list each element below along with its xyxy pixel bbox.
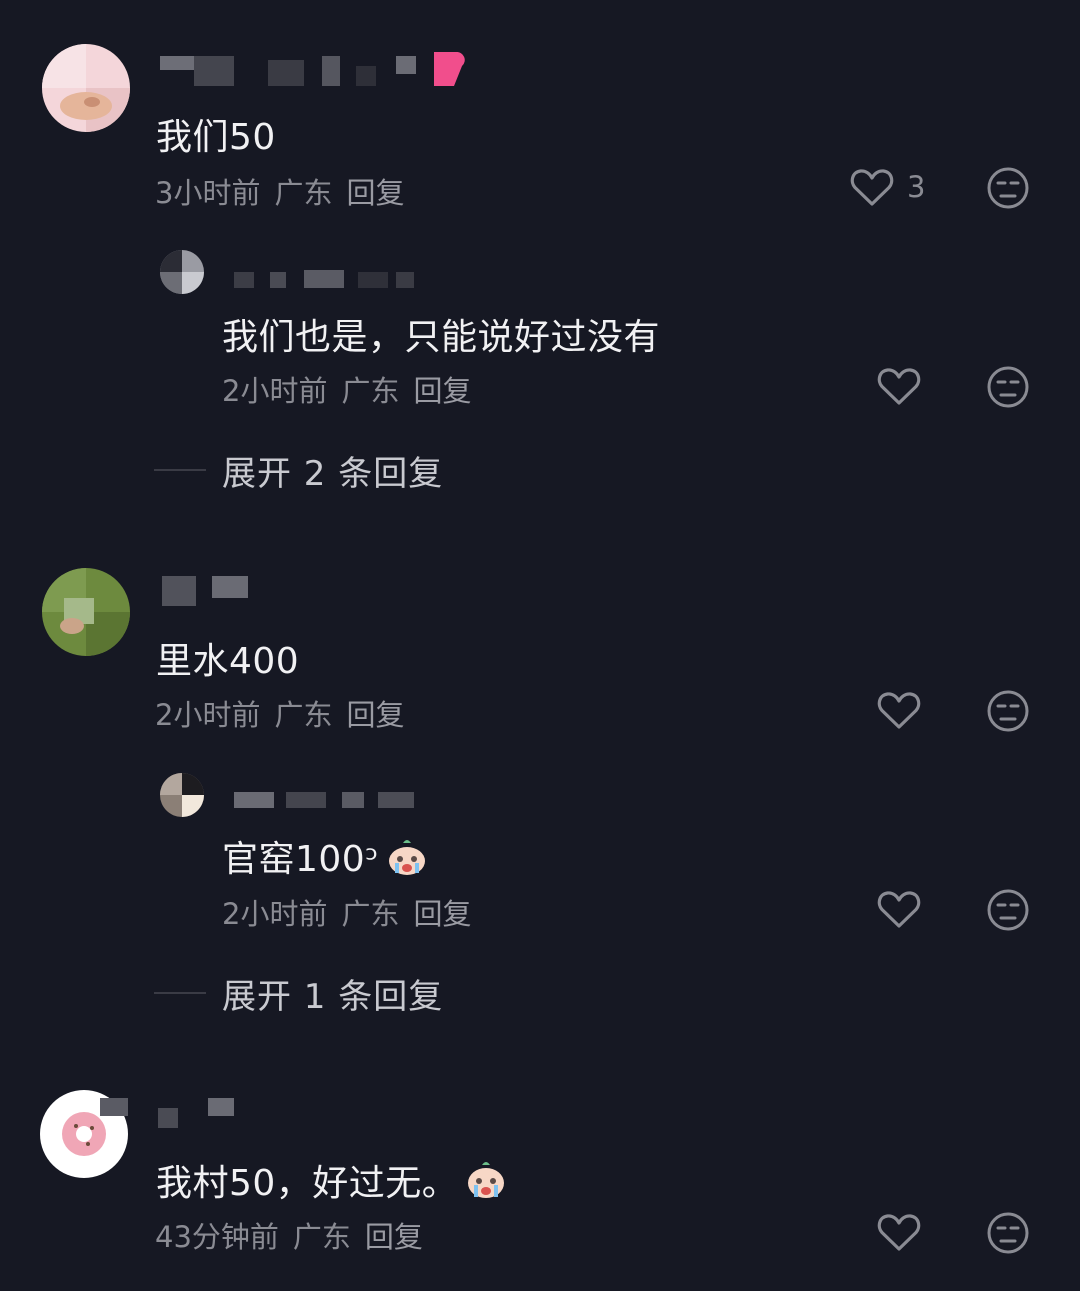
divider xyxy=(154,469,206,471)
reply-button[interactable]: 回复 xyxy=(365,1220,423,1254)
like-button[interactable] xyxy=(875,686,923,734)
comment-time: 43分钟前 xyxy=(155,1220,279,1254)
unamused-face-icon xyxy=(987,690,1029,732)
avatar[interactable] xyxy=(160,250,204,294)
crying-face-emoji xyxy=(464,1159,508,1210)
heart-outline-icon xyxy=(850,169,894,206)
comment-text: 里水400 xyxy=(156,641,300,682)
comment-location: 广东 xyxy=(274,698,333,732)
username-redacted[interactable] xyxy=(158,51,468,92)
comment-meta: 3小时前 广东 回复 xyxy=(155,170,418,212)
like-count: 3 xyxy=(907,170,926,204)
dislike-button[interactable] xyxy=(985,887,1031,933)
crying-face-emoji xyxy=(385,837,429,886)
comment-time: 2小时前 xyxy=(155,698,261,732)
avatar[interactable] xyxy=(42,44,130,132)
comment-list: 我们50 3小时前 广东 回复 3 我们也是，只能说好过没有 2小时前 广东 回复 展开… xyxy=(0,0,1080,1291)
unamused-face-icon xyxy=(987,366,1029,408)
heart-outline-icon xyxy=(877,891,921,928)
comment-location: 广东 xyxy=(274,176,333,210)
dislike-button[interactable] xyxy=(985,688,1031,734)
dislike-button[interactable] xyxy=(985,1210,1031,1256)
comment-text: 我们50 xyxy=(156,117,276,158)
reply-meta: 2小时前 广东 回复 xyxy=(222,368,485,410)
unamused-face-icon xyxy=(987,1212,1029,1254)
comment-meta: 43分钟前 广东 回复 xyxy=(155,1214,437,1256)
expand-replies-label: 展开 2 条回复 xyxy=(222,453,444,494)
username-redacted[interactable] xyxy=(230,266,420,290)
reply-meta: 2小时前 广东 回复 xyxy=(222,891,485,933)
reply-button[interactable]: 回复 xyxy=(413,374,471,408)
unamused-face-icon xyxy=(987,167,1029,209)
reply-text: 官窑100ᵓ xyxy=(222,830,429,886)
reply-button[interactable]: 回复 xyxy=(413,897,471,931)
dislike-button[interactable] xyxy=(985,364,1031,410)
like-button[interactable] xyxy=(848,163,896,211)
reply-button[interactable]: 回复 xyxy=(346,176,404,210)
comment-time: 3小时前 xyxy=(155,176,261,210)
like-button[interactable] xyxy=(875,885,923,933)
expand-replies-label: 展开 1 条回复 xyxy=(222,976,444,1017)
heart-outline-icon xyxy=(877,1214,921,1251)
avatar[interactable] xyxy=(42,568,130,656)
avatar[interactable] xyxy=(160,773,204,817)
reply-location: 广东 xyxy=(341,897,400,931)
reply-location: 广东 xyxy=(341,374,400,408)
comment-location: 广东 xyxy=(292,1220,351,1254)
heart-outline-icon xyxy=(877,368,921,405)
like-button[interactable] xyxy=(875,1208,923,1256)
divider xyxy=(154,992,206,994)
username-redacted[interactable] xyxy=(158,574,258,610)
reply-text: 我们也是，只能说好过没有 xyxy=(222,317,661,358)
reply-time: 2小时前 xyxy=(222,897,328,931)
comment-meta: 2小时前 广东 回复 xyxy=(155,692,418,734)
reply-text-content: 官窑100ᵓ xyxy=(222,839,380,880)
username-redacted[interactable] xyxy=(230,784,420,814)
dislike-button[interactable] xyxy=(985,165,1031,211)
username-redacted[interactable] xyxy=(100,1096,240,1130)
expand-replies-button[interactable]: 展开 2 条回复 xyxy=(154,450,443,494)
reply-button[interactable]: 回复 xyxy=(346,698,404,732)
like-button[interactable] xyxy=(875,362,923,410)
unamused-face-icon xyxy=(987,889,1029,931)
reply-time: 2小时前 xyxy=(222,374,328,408)
expand-replies-button[interactable]: 展开 1 条回复 xyxy=(154,973,443,1017)
heart-outline-icon xyxy=(877,692,921,729)
comment-text-content: 我村50，好过无。 xyxy=(156,1163,459,1204)
comment-text: 我村50，好过无。 xyxy=(156,1154,508,1210)
